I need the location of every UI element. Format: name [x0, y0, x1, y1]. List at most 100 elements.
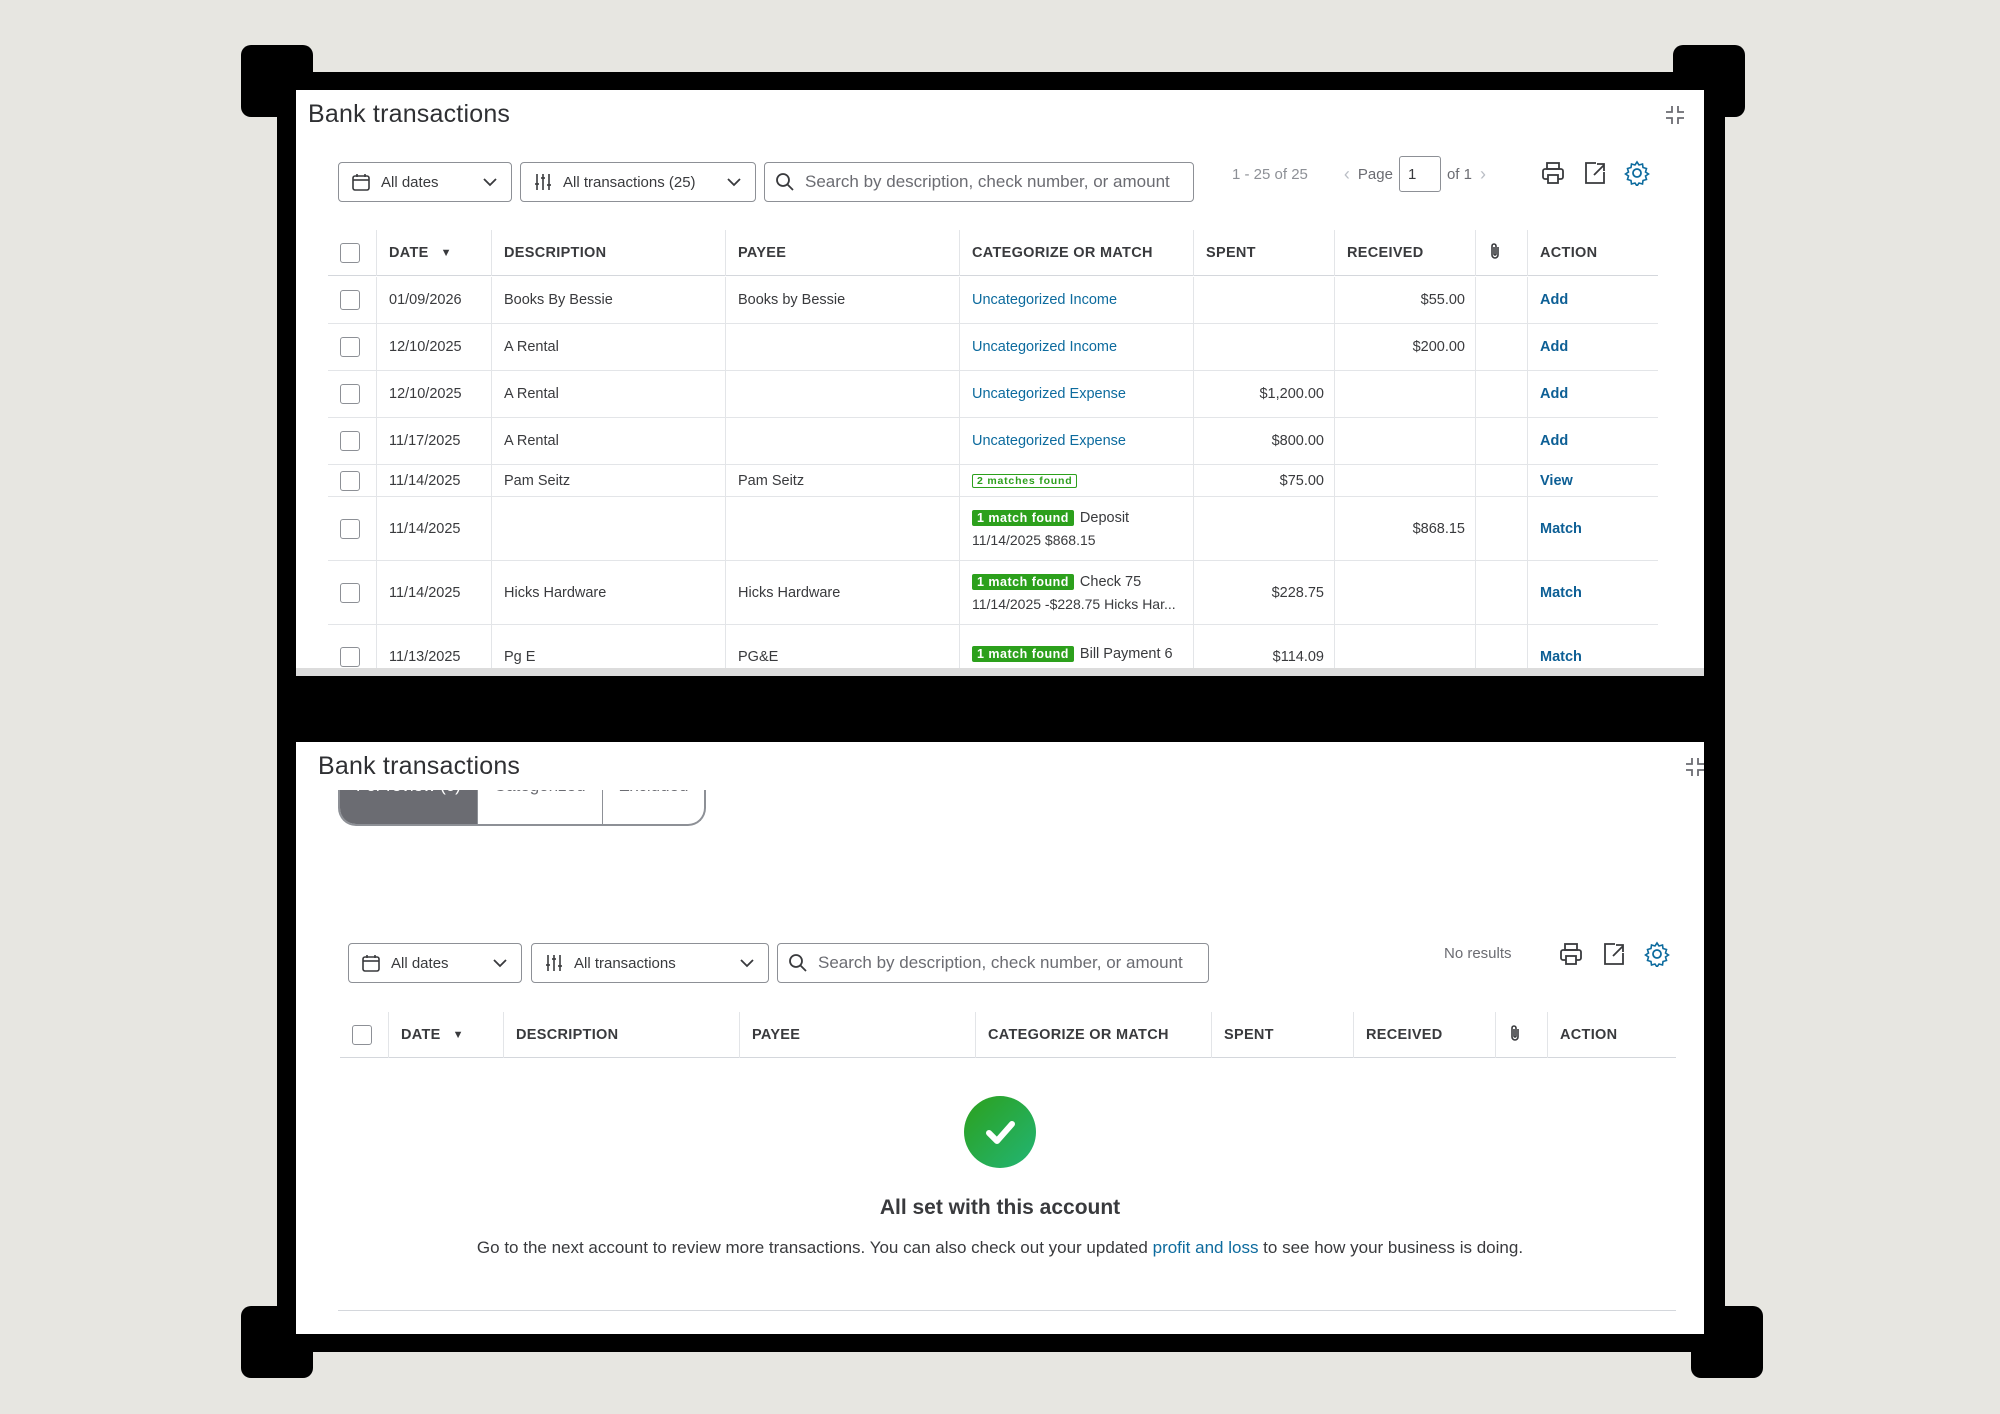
print-icon[interactable]: [1558, 941, 1584, 967]
row-checkbox[interactable]: [340, 470, 360, 491]
column-header-attachment: [1475, 229, 1527, 276]
column-header-received: RECEIVED: [1334, 229, 1475, 276]
row-spent: $75.00: [1193, 465, 1334, 496]
match-action-button[interactable]: Match: [1540, 521, 1582, 537]
table-row[interactable]: 11/13/2025 Pg E PG&E 1 match found Bill P…: [328, 625, 1658, 668]
paperclip-icon: [1508, 1024, 1522, 1046]
column-header-description: DESCRIPTION: [491, 229, 725, 276]
page-number-input[interactable]: 1: [1398, 156, 1441, 192]
table-row[interactable]: 11/14/2025 Hicks Hardware Hicks Hardware…: [328, 561, 1658, 625]
export-icon[interactable]: [1601, 941, 1627, 967]
row-checkbox[interactable]: [340, 646, 360, 667]
table-row[interactable]: 11/14/2025 1 match found Deposit 11/14/20…: [328, 497, 1658, 561]
category-link[interactable]: Uncategorized Expense: [972, 386, 1126, 402]
row-date: 01/09/2026: [376, 277, 491, 323]
row-spent: [1193, 497, 1334, 560]
transaction-type-value: All transactions: [574, 954, 676, 972]
success-check-icon: [964, 1096, 1036, 1168]
search-box[interactable]: [777, 943, 1209, 983]
table-row[interactable]: 01/09/2026 Books By Bessie Books by Bess…: [328, 277, 1658, 324]
column-header-payee: PAYEE: [739, 1011, 975, 1058]
add-action-button[interactable]: Add: [1540, 339, 1568, 355]
row-description: A Rental: [491, 418, 725, 464]
date-filter-dropdown[interactable]: All dates: [338, 162, 512, 202]
row-description: A Rental: [491, 371, 725, 417]
gear-icon[interactable]: [1644, 941, 1670, 967]
row-checkbox[interactable]: [340, 518, 360, 539]
select-all-cell: [328, 230, 376, 276]
table-header: DATE ▼ DESCRIPTION PAYEE CATEGORIZE OR MA…: [328, 229, 1658, 276]
search-box[interactable]: [764, 162, 1194, 202]
row-description: Pg E: [491, 625, 725, 668]
tab-excluded[interactable]: Excluded: [601, 790, 705, 824]
row-description: [491, 497, 725, 560]
tab-for-review[interactable]: For review (0): [340, 790, 477, 824]
row-checkbox[interactable]: [340, 582, 360, 603]
matches-found-badge[interactable]: 2 matches found: [972, 473, 1078, 488]
match-title: Bill Payment 6: [1079, 645, 1173, 662]
match-cell[interactable]: 1 match found Bill Payment 6: [959, 625, 1193, 668]
match-action-button[interactable]: Match: [1540, 649, 1582, 665]
chevron-down-icon: [725, 173, 743, 191]
match-title: Deposit: [1079, 509, 1130, 526]
match-found-badge: 1 match found: [972, 645, 1074, 662]
match-cell[interactable]: 1 match found Check 75 11/14/2025 -$228.7…: [959, 561, 1193, 624]
transaction-type-dropdown[interactable]: All transactions (25): [520, 162, 756, 202]
row-payee: PG&E: [725, 625, 959, 668]
table-row[interactable]: 11/17/2025 A Rental Uncategorized Expens…: [328, 418, 1658, 465]
search-icon: [775, 172, 795, 192]
print-icon[interactable]: [1540, 160, 1566, 186]
category-link[interactable]: Uncategorized Expense: [972, 433, 1126, 449]
table-row[interactable]: 12/10/2025 A Rental Uncategorized Income…: [328, 324, 1658, 371]
search-input[interactable]: [818, 953, 1198, 973]
row-checkbox[interactable]: [340, 290, 360, 310]
add-action-button[interactable]: Add: [1540, 433, 1568, 449]
category-link[interactable]: Uncategorized Income: [972, 339, 1117, 355]
add-action-button[interactable]: Add: [1540, 386, 1568, 402]
column-header-categorize: CATEGORIZE OR MATCH: [975, 1011, 1211, 1058]
view-action-button[interactable]: View: [1540, 473, 1573, 489]
profit-and-loss-link[interactable]: profit and loss: [1153, 1238, 1259, 1257]
row-checkbox[interactable]: [340, 337, 360, 357]
row-date: 11/14/2025: [376, 561, 491, 624]
transaction-type-value: All transactions (25): [563, 173, 696, 191]
table-row[interactable]: 12/10/2025 A Rental Uncategorized Expens…: [328, 371, 1658, 418]
divider: [338, 1310, 1676, 1311]
row-received: [1334, 371, 1475, 417]
row-date: 12/10/2025: [376, 371, 491, 417]
add-action-button[interactable]: Add: [1540, 292, 1568, 308]
match-cell[interactable]: 1 match found Deposit 11/14/2025 $868.15: [959, 497, 1193, 560]
row-checkbox[interactable]: [340, 384, 360, 404]
select-all-checkbox[interactable]: [352, 1024, 372, 1045]
sort-desc-icon: ▼: [452, 1028, 464, 1041]
column-header-date[interactable]: DATE ▼: [376, 229, 491, 276]
gear-icon[interactable]: [1624, 160, 1650, 186]
tab-categorized[interactable]: Categorized: [476, 790, 602, 824]
date-filter-dropdown[interactable]: All dates: [348, 943, 522, 983]
row-payee: Hicks Hardware: [725, 561, 959, 624]
prev-page-icon[interactable]: ‹: [1344, 164, 1350, 185]
row-date: 11/13/2025: [376, 625, 491, 668]
row-spent: [1193, 277, 1334, 323]
next-page-icon[interactable]: ›: [1480, 164, 1486, 185]
category-link[interactable]: Uncategorized Income: [972, 292, 1117, 308]
filter-sliders-icon: [544, 953, 564, 973]
row-received: [1334, 465, 1475, 496]
row-description: Pam Seitz: [491, 465, 725, 496]
collapse-icon[interactable]: [1664, 104, 1686, 126]
row-received: [1334, 625, 1475, 668]
table-row[interactable]: 11/14/2025 Pam Seitz Pam Seitz 2 matches…: [328, 465, 1658, 497]
row-checkbox[interactable]: [340, 431, 360, 451]
chevron-down-icon: [738, 954, 756, 972]
select-all-checkbox[interactable]: [340, 242, 360, 263]
transaction-type-dropdown[interactable]: All transactions: [531, 943, 769, 983]
column-header-date[interactable]: DATE ▼: [388, 1011, 503, 1058]
collapse-icon[interactable]: [1684, 756, 1704, 778]
match-action-button[interactable]: Match: [1540, 585, 1582, 601]
row-received: $200.00: [1334, 324, 1475, 370]
search-input[interactable]: [805, 172, 1183, 192]
export-icon[interactable]: [1582, 160, 1608, 186]
page-total: of 1: [1446, 165, 1472, 183]
result-range: 1 - 25 of 25: [1232, 165, 1308, 183]
match-found-badge: 1 match found: [972, 573, 1074, 590]
